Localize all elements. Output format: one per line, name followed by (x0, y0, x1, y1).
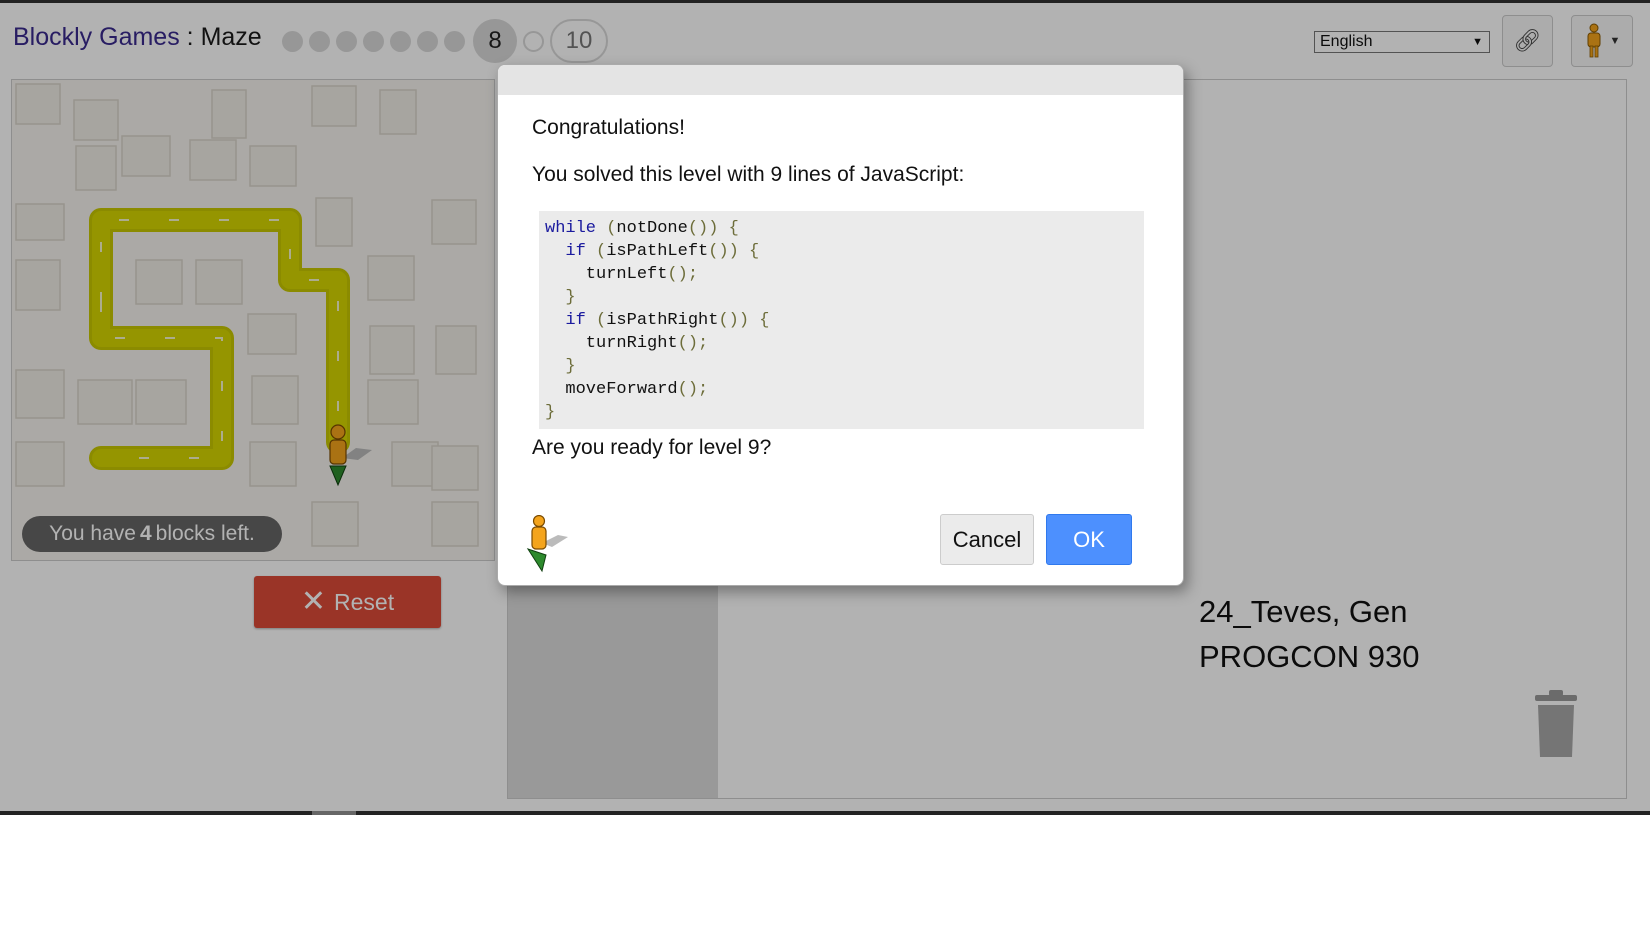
code-line: } (565, 288, 576, 307)
scroll-indicator (312, 811, 356, 815)
cancel-button[interactable]: Cancel (940, 514, 1034, 565)
code-line: } (545, 403, 556, 422)
dialog-summary: You solved this level with 9 lines of Ja… (532, 163, 965, 186)
pegman-icon (526, 515, 568, 573)
level-prompt: Are you ready for level 9? (532, 436, 772, 459)
code-line: turnRight(); (545, 334, 709, 353)
congratulations-dialog: Congratulations! You solved this level w… (497, 64, 1184, 586)
ok-button[interactable]: OK (1046, 514, 1132, 565)
app-window: Blockly Games : Maze 8 10 English ▼ 🔗︎ ▼ (0, 0, 1650, 815)
code-line: moveForward(); (545, 380, 709, 399)
code-block: while (notDone()) { if (isPathLeft()) { … (539, 211, 1144, 429)
dialog-titlebar[interactable] (498, 65, 1183, 95)
window-bottom-border (0, 811, 1650, 815)
code-line: } (565, 357, 576, 376)
code-line: if (isPathRight()) { (565, 311, 770, 330)
code-line: while (notDone()) { (545, 219, 739, 238)
code-line: if (isPathLeft()) { (565, 242, 760, 261)
code-line: turnLeft(); (545, 265, 699, 284)
dialog-title: Congratulations! (532, 116, 685, 139)
